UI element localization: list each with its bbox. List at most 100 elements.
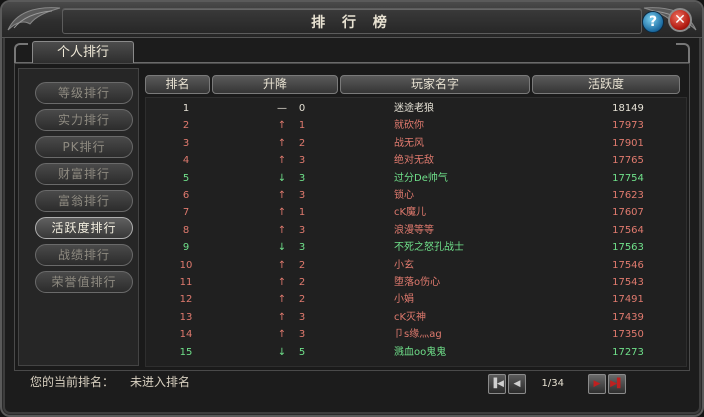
activity-score-cell: 17564	[612, 224, 644, 236]
arrow-up-icon: ↑	[277, 329, 287, 341]
table-body: 1—0 迷途老狼 18149 2 ↑ 1 就砍你 17973 3 ↑ 2 战无风 17901 4 ↑ 3 绝对无…	[145, 97, 687, 367]
sidebar-item-level[interactable]: 等级排行	[35, 82, 133, 104]
player-name-cell: 小玄	[394, 259, 414, 271]
table-row[interactable]: 1 — 0 迷途老狼 18149	[146, 100, 686, 117]
sidebar-item-strength[interactable]: 实力排行	[35, 109, 133, 131]
table-row[interactable]: 8 ↑ 3 浪漫等等 17564	[146, 222, 686, 239]
column-header-activity[interactable]: 活跃度	[532, 75, 680, 94]
leaderboard-window: 排 行 榜 ? ✕ 个人排行 等级排行 实力排行 PK排行 财富排行 富翁排行 …	[0, 0, 704, 417]
activity-score-cell: 17901	[612, 137, 644, 149]
table-row[interactable]: 9 ↓ 3 不死之怒孔战士 17563	[146, 239, 686, 256]
table-row[interactable]: 11 ↑ 2 堕落o伤心 17543	[146, 274, 686, 291]
tab-strip: 个人排行	[14, 39, 690, 63]
player-name-cell: 迷途老狼	[394, 103, 434, 114]
sidebar-item-battle-record[interactable]: 战绩排行	[35, 244, 133, 266]
rank-cell: 15	[179, 346, 193, 358]
table-row[interactable]: 13 ↑ 3 cK灭神 17439	[146, 309, 686, 326]
ranking-category-sidebar: 等级排行 实力排行 PK排行 财富排行 富翁排行 活跃度排行 战绩排行 荣誉值排…	[18, 68, 139, 366]
rank-change-cell: 5	[298, 346, 306, 358]
table-row[interactable]: 6 ↑ 3 锁心 17623	[146, 187, 686, 204]
table-row[interactable]: 14 ↑ 3 卩s缘灬ag 17350	[146, 326, 686, 343]
rank-change-cell: 3	[298, 311, 306, 323]
rank-cell: 5	[182, 172, 190, 184]
player-name-cell: 溅血oo鬼鬼	[394, 346, 447, 358]
activity-score-cell: 17563	[612, 242, 644, 254]
player-name-cell: 不死之怒孔战士	[394, 242, 464, 254]
window-title: 排 行 榜	[311, 15, 393, 31]
help-button[interactable]: ?	[642, 11, 664, 33]
table-row[interactable]: 10 ↑ 2 小玄 17546	[146, 257, 686, 274]
table-row[interactable]: 7 ↑ 1 cK魔儿 17607	[146, 204, 686, 221]
first-page-button[interactable]: ▐◀	[488, 374, 506, 394]
activity-score-cell: 17623	[612, 190, 644, 201]
activity-score-cell: 17350	[612, 329, 644, 341]
player-name-cell: 绝对无敌	[394, 155, 434, 167]
prev-page-button[interactable]: ◀	[508, 374, 526, 394]
player-name-cell: 战无风	[394, 137, 424, 149]
arrow-down-icon: ↓	[277, 242, 287, 254]
rank-change-cell: 3	[298, 155, 306, 167]
next-page-button[interactable]: ▶	[588, 374, 606, 394]
rank-cell: 2	[182, 120, 190, 132]
sidebar-item-pk[interactable]: PK排行	[35, 136, 133, 158]
rank-cell: 4	[182, 155, 190, 167]
activity-score-cell: 17973	[612, 120, 644, 132]
arrow-up-icon: ↑	[277, 155, 287, 167]
ranking-table: 排名 升降 玩家名字 活跃度 1—0 迷途老狼 18149 2 ↑ 1 就砍你 17973 3 ↑…	[145, 75, 687, 367]
rank-cell: 13	[179, 311, 193, 323]
player-name-cell: 过分De帅气	[394, 172, 448, 184]
rank-cell: 3	[182, 137, 190, 149]
table-row[interactable]: 12 ↑ 2 小娟 17491	[146, 291, 686, 308]
current-rank-value: 未进入排名	[130, 375, 191, 389]
rank-change-cell: 2	[298, 259, 306, 271]
arrow-up-icon: ↑	[277, 294, 287, 306]
arrow-up-icon: ↑	[277, 207, 287, 219]
activity-score-cell: 17491	[612, 294, 644, 306]
table-row[interactable]: 4 ↑ 3 绝对无敌 17765	[146, 152, 686, 169]
rank-cell: 14	[179, 329, 193, 341]
sidebar-item-honor[interactable]: 荣誉值排行	[35, 271, 133, 293]
last-page-button[interactable]: ▶▌	[608, 374, 626, 394]
column-header-player-name[interactable]: 玩家名字	[340, 75, 530, 94]
table-row[interactable]: 2 ↑ 1 就砍你 17973	[146, 117, 686, 134]
arrow-up-icon: ↑	[277, 120, 287, 132]
column-header-rank[interactable]: 排名	[145, 75, 210, 94]
rank-change-cell: 0	[298, 103, 306, 114]
sidebar-item-activity[interactable]: 活跃度排行	[35, 217, 133, 239]
activity-score-cell: 18149	[612, 103, 644, 114]
close-button[interactable]: ✕	[668, 8, 692, 32]
arrow-down-icon: ↓	[277, 346, 287, 358]
rank-cell: 12	[179, 294, 193, 306]
player-name-cell: 卩s缘灬ag	[394, 329, 442, 341]
activity-score-cell: 17273	[612, 346, 644, 358]
dash-icon: —	[277, 103, 287, 114]
table-row[interactable]: 15 ↓ 5 溅血oo鬼鬼 17273	[146, 344, 686, 361]
rank-cell: 8	[182, 224, 190, 236]
sidebar-item-wealth[interactable]: 财富排行	[35, 163, 133, 185]
player-name-cell: 堕落o伤心	[394, 277, 441, 288]
rank-cell: 1	[182, 103, 190, 114]
table-row[interactable]: 5 ↓ 3 过分De帅气 17754	[146, 170, 686, 187]
activity-score-cell: 17543	[612, 277, 644, 288]
arrow-up-icon: ↑	[277, 277, 287, 288]
table-header: 排名 升降 玩家名字 活跃度	[145, 75, 687, 94]
sidebar-item-tycoon[interactable]: 富翁排行	[35, 190, 133, 212]
activity-score-cell: 17765	[612, 155, 644, 167]
title-bar[interactable]: 排 行 榜 ? ✕	[2, 2, 702, 38]
rank-cell: 6	[182, 190, 190, 201]
player-name-cell: 浪漫等等	[394, 224, 434, 236]
arrow-up-icon: ↑	[277, 259, 287, 271]
activity-score-cell: 17546	[612, 259, 644, 271]
arrow-up-icon: ↑	[277, 190, 287, 201]
rank-change-cell: 3	[298, 242, 306, 254]
rank-change-cell: 3	[298, 190, 306, 201]
rank-change-cell: 1	[298, 207, 306, 219]
rank-change-cell: 3	[298, 224, 306, 236]
current-rank-label: 您的当前排名：	[30, 375, 115, 389]
player-name-cell: 锁心	[394, 190, 414, 201]
table-row[interactable]: 3 ↑ 2 战无风 17901	[146, 135, 686, 152]
rank-change-cell: 3	[298, 172, 306, 184]
tab-personal-ranking[interactable]: 个人排行	[32, 41, 134, 63]
column-header-change[interactable]: 升降	[212, 75, 338, 94]
tab-strip-corner	[14, 43, 28, 63]
